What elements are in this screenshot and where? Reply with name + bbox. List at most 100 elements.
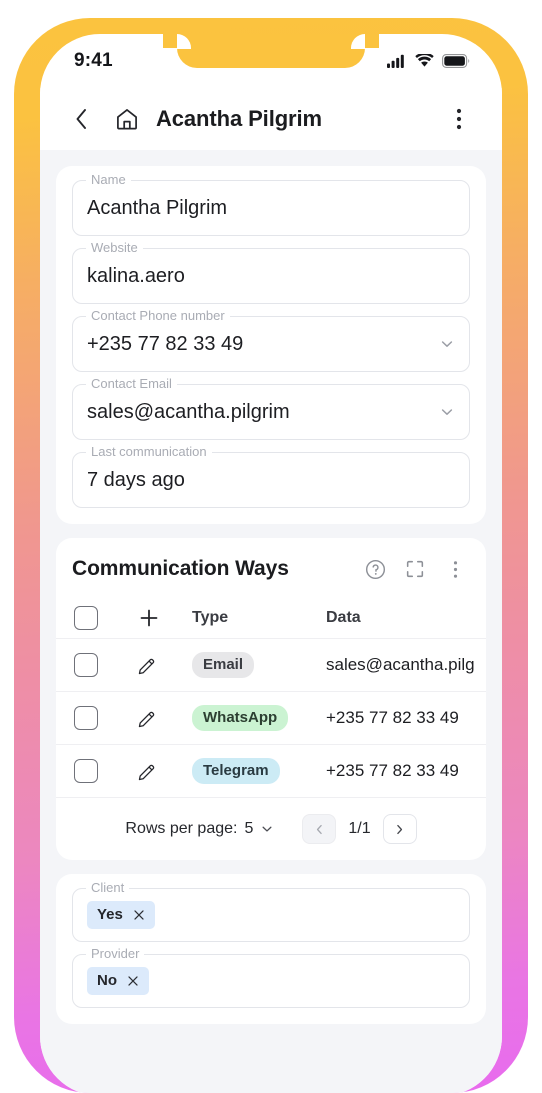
chevron-right-icon bbox=[393, 823, 406, 836]
table-body: Email sales@acantha.pilg WhatsApp +235 7… bbox=[56, 638, 486, 798]
row-select-cell bbox=[56, 745, 136, 798]
rows-per-page-value: 5 bbox=[244, 820, 254, 837]
communication-ways-header: Communication Ways bbox=[56, 552, 486, 584]
field-label: Client bbox=[86, 880, 130, 896]
back-button[interactable] bbox=[64, 102, 98, 136]
field-last-communication[interactable]: Last communication 7 days ago bbox=[72, 444, 470, 508]
select-all-header bbox=[56, 598, 136, 639]
status-icons bbox=[387, 54, 470, 68]
table-row[interactable]: Email sales@acantha.pilg bbox=[56, 638, 486, 692]
rows-per-page-selector[interactable]: Rows per page: 5 bbox=[125, 820, 274, 838]
chevron-down-icon[interactable] bbox=[439, 404, 455, 420]
field-value: sales@acantha.pilgrim bbox=[87, 400, 290, 423]
cellular-signal-icon bbox=[387, 54, 407, 68]
phone-screen: 9:41 Acantha Pilgrim Name Acantha Pilgri… bbox=[40, 34, 502, 1093]
client-chip[interactable]: Yes bbox=[87, 901, 155, 929]
add-row-header bbox=[136, 598, 192, 639]
app-bar: Acantha Pilgrim bbox=[40, 88, 502, 150]
contact-details-card: Name Acantha Pilgrim Website kalina.aero… bbox=[56, 166, 486, 524]
communication-ways-table-scroll[interactable]: Type Data Email sales@acantha.pilg Whats… bbox=[56, 598, 486, 797]
field-label: Contact Email bbox=[86, 376, 177, 392]
field-value: kalina.aero bbox=[87, 264, 185, 287]
row-data-cell: +235 77 82 33 49 bbox=[326, 708, 459, 727]
row-checkbox[interactable] bbox=[74, 706, 98, 730]
pencil-icon[interactable] bbox=[136, 760, 192, 783]
chevron-left-icon bbox=[313, 823, 326, 836]
chevron-left-icon bbox=[74, 107, 89, 131]
field-website[interactable]: Website kalina.aero bbox=[72, 240, 470, 304]
close-icon[interactable] bbox=[132, 908, 146, 922]
field-label: Name bbox=[86, 172, 131, 188]
type-chip: WhatsApp bbox=[192, 705, 289, 731]
home-button[interactable] bbox=[110, 102, 144, 136]
row-checkbox[interactable] bbox=[74, 653, 98, 677]
pencil-icon[interactable] bbox=[136, 707, 192, 730]
table-header-row: Type Data bbox=[56, 598, 486, 639]
column-header-data[interactable]: Data bbox=[326, 598, 486, 639]
pencil-icon[interactable] bbox=[136, 654, 192, 677]
page-navigation: 1/1 bbox=[302, 814, 417, 844]
communication-ways-title: Communication Ways bbox=[72, 557, 289, 580]
status-time: 9:41 bbox=[74, 50, 113, 71]
row-edit-cell bbox=[136, 745, 192, 798]
rows-per-page-label: Rows per page: bbox=[125, 820, 238, 837]
field-value: Acantha Pilgrim bbox=[87, 196, 228, 219]
provider-chip-label: No bbox=[97, 972, 117, 989]
field-contact-phone-number[interactable]: Contact Phone number +235 77 82 33 49 bbox=[72, 308, 470, 372]
fullscreen-icon bbox=[404, 558, 426, 580]
table-pagination: Rows per page: 5 1/1 bbox=[56, 797, 486, 850]
phone-frame: 9:41 Acantha Pilgrim Name Acantha Pilgri… bbox=[14, 18, 528, 1093]
table-head: Type Data bbox=[56, 598, 486, 639]
row-edit-cell bbox=[136, 692, 192, 745]
field-label: Contact Phone number bbox=[86, 308, 230, 324]
status-bar: 9:41 bbox=[40, 34, 502, 88]
previous-page-button[interactable] bbox=[302, 814, 337, 844]
row-type-cell: Telegram bbox=[192, 745, 326, 798]
row-select-cell bbox=[56, 692, 136, 745]
communication-ways-menu-button[interactable] bbox=[440, 554, 470, 584]
page-indicator: 1/1 bbox=[348, 820, 371, 837]
row-data-cell: sales@acantha.pilg bbox=[326, 655, 475, 674]
page-title: Acantha Pilgrim bbox=[156, 106, 322, 131]
communication-ways-card: Communication Ways Type Data Email sales… bbox=[56, 538, 486, 860]
column-header-type[interactable]: Type bbox=[192, 598, 326, 639]
field-provider[interactable]: Provider No bbox=[72, 946, 470, 1008]
row-edit-cell bbox=[136, 639, 192, 692]
field-label: Last communication bbox=[86, 444, 212, 460]
more-vertical-icon bbox=[456, 107, 462, 131]
add-row-button[interactable] bbox=[136, 605, 162, 631]
client-chip-label: Yes bbox=[97, 906, 123, 923]
row-data-cell: +235 77 82 33 49 bbox=[326, 761, 459, 780]
select-all-checkbox[interactable] bbox=[74, 606, 98, 630]
row-type-cell: WhatsApp bbox=[192, 692, 326, 745]
table-row[interactable]: Telegram +235 77 82 33 49 bbox=[56, 744, 486, 798]
help-button[interactable] bbox=[360, 554, 390, 584]
field-name[interactable]: Name Acantha Pilgrim bbox=[72, 172, 470, 236]
more-vertical-icon bbox=[453, 559, 458, 580]
chevron-down-icon[interactable] bbox=[439, 336, 455, 352]
row-select-cell bbox=[56, 639, 136, 692]
field-client[interactable]: Client Yes bbox=[72, 880, 470, 942]
field-label: Provider bbox=[86, 946, 145, 962]
row-checkbox[interactable] bbox=[74, 759, 98, 783]
field-value: 7 days ago bbox=[87, 468, 185, 491]
chevron-down-icon bbox=[260, 822, 274, 836]
fullscreen-button[interactable] bbox=[400, 554, 430, 584]
plus-icon bbox=[137, 606, 161, 630]
close-icon[interactable] bbox=[126, 974, 140, 988]
home-icon bbox=[114, 106, 140, 132]
type-chip: Email bbox=[192, 652, 255, 678]
page-content[interactable]: Name Acantha Pilgrim Website kalina.aero… bbox=[40, 150, 502, 1093]
provider-chip[interactable]: No bbox=[87, 967, 149, 995]
field-contact-email[interactable]: Contact Email sales@acantha.pilgrim bbox=[72, 376, 470, 440]
battery-icon bbox=[442, 54, 470, 68]
app-bar-menu-button[interactable] bbox=[442, 102, 476, 136]
next-page-button[interactable] bbox=[382, 814, 417, 844]
row-type-cell: Email bbox=[192, 639, 326, 692]
help-circle-icon bbox=[364, 558, 387, 581]
field-label: Website bbox=[86, 240, 143, 256]
flags-card: Client Yes Provider No bbox=[56, 874, 486, 1024]
communication-ways-table: Type Data Email sales@acantha.pilg Whats… bbox=[56, 598, 486, 797]
type-chip: Telegram bbox=[192, 758, 280, 784]
table-row[interactable]: WhatsApp +235 77 82 33 49 bbox=[56, 691, 486, 745]
